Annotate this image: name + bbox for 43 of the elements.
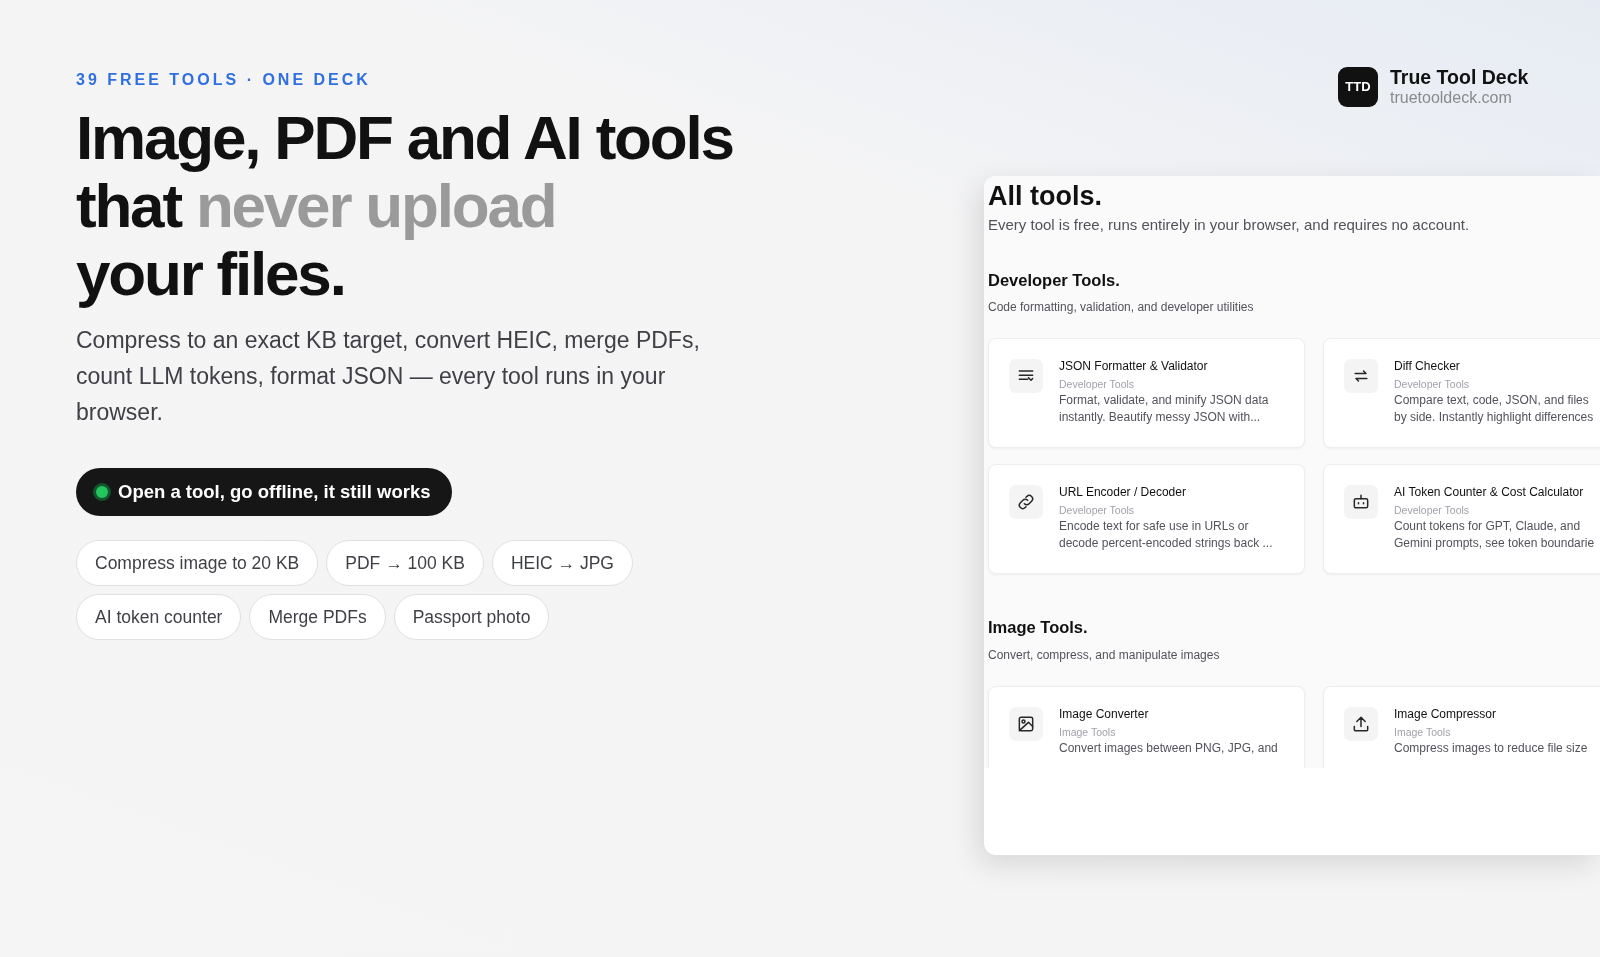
tool-description: Convert images between PNG, JPG, and [1059, 740, 1278, 758]
tool-description: Compare text, code, JSON, and files by side. Instantly highlight differences [1394, 392, 1594, 427]
lead-paragraph: Compress to an exact KB target, convert HEIC, merge PDFs, count LLM tokens, format JSON — every tool runs in your browser. [76, 326, 701, 427]
brand-domain: truetooldeck.com [1390, 88, 1513, 107]
tool-name: Image Converter [1059, 707, 1150, 723]
page-heading: All tools. [988, 180, 1103, 212]
tool-description: Encode text for safe use in URLs or decode percent-encoded strings back ... [1059, 518, 1273, 553]
tool-chip[interactable]: Merge PDFs [249, 594, 386, 641]
tool-description: Compress images to reduce file size [1394, 740, 1588, 758]
tool-category: Developer Tools [1394, 504, 1471, 517]
tool-category: Developer Tools [1394, 378, 1471, 391]
tool-card[interactable]: URL Encoder / Decoder Developer Tools Encode text for safe use in URLs or decode percent-encoded strings back ... [988, 464, 1305, 575]
tool-card[interactable]: AI Token Counter & Cost Calculator Developer Tools Count tokens for GPT, Claude, and Gemini prompts, see token boundarie [1323, 464, 1600, 575]
tool-card[interactable]: Image Converter Image Tools Convert images between PNG, JPG, and [988, 686, 1305, 768]
page-subtitle: Every tool is free, runs entirely in your browser, and requires no account. [988, 215, 1471, 235]
tool-description: Count tokens for GPT, Claude, and Gemini prompts, see token boundarie [1394, 518, 1595, 553]
eyebrow-text: 39 FREE TOOLS · ONE DECK [76, 70, 372, 90]
tool-chip[interactable]: PDF → 100 KB [326, 539, 484, 586]
section-subtitle: Convert, compress, and manipulate images [988, 647, 1221, 665]
tool-name: JSON Formatter & Validator [1059, 359, 1209, 375]
tool-card[interactable]: Diff Checker Developer Tools Compare text, code, JSON, and files by side. Instantly highlight differences [1323, 338, 1600, 449]
brand-name: True Tool Deck [1390, 66, 1529, 88]
section-heading: Image Tools. [988, 618, 1089, 639]
tool-category: Image Tools [1394, 726, 1452, 739]
headline: Image, PDF and AI tools that never upload your files. [76, 104, 734, 308]
tool-description: Format, validate, and minify JSON data instantly. Beautify messy JSON with... [1059, 392, 1269, 427]
tool-name: Diff Checker [1394, 359, 1461, 375]
tool-chip[interactable]: AI token counter [76, 594, 242, 641]
tool-category: Image Tools [1059, 726, 1117, 739]
tool-card[interactable]: JSON Formatter & Validator Developer Tools Format, validate, and minify JSON data instantly. Beautify messy JSON with... [988, 338, 1305, 449]
tool-name: URL Encoder / Decoder [1059, 485, 1187, 501]
tool-name: AI Token Counter & Cost Calculator [1394, 485, 1585, 501]
tool-chip[interactable]: Compress image to 20 KB [76, 539, 319, 586]
tool-chip[interactable]: Passport photo [393, 594, 550, 641]
tool-card[interactable]: Image Compressor Image Tools Compress images to reduce file size [1323, 686, 1600, 768]
tool-chip[interactable]: HEIC → JPG [491, 539, 633, 586]
tool-category: Developer Tools [1059, 378, 1136, 391]
section-heading: Developer Tools. [988, 270, 1121, 291]
logo-icon[interactable]: TTD [1338, 66, 1378, 107]
offline-status-button[interactable]: Open a tool, go offline, it still works [76, 468, 453, 516]
section-subtitle: Code formatting, validation, and developer utilities [988, 299, 1255, 317]
tool-category: Developer Tools [1059, 504, 1136, 517]
tool-name: Image Compressor [1394, 707, 1498, 723]
